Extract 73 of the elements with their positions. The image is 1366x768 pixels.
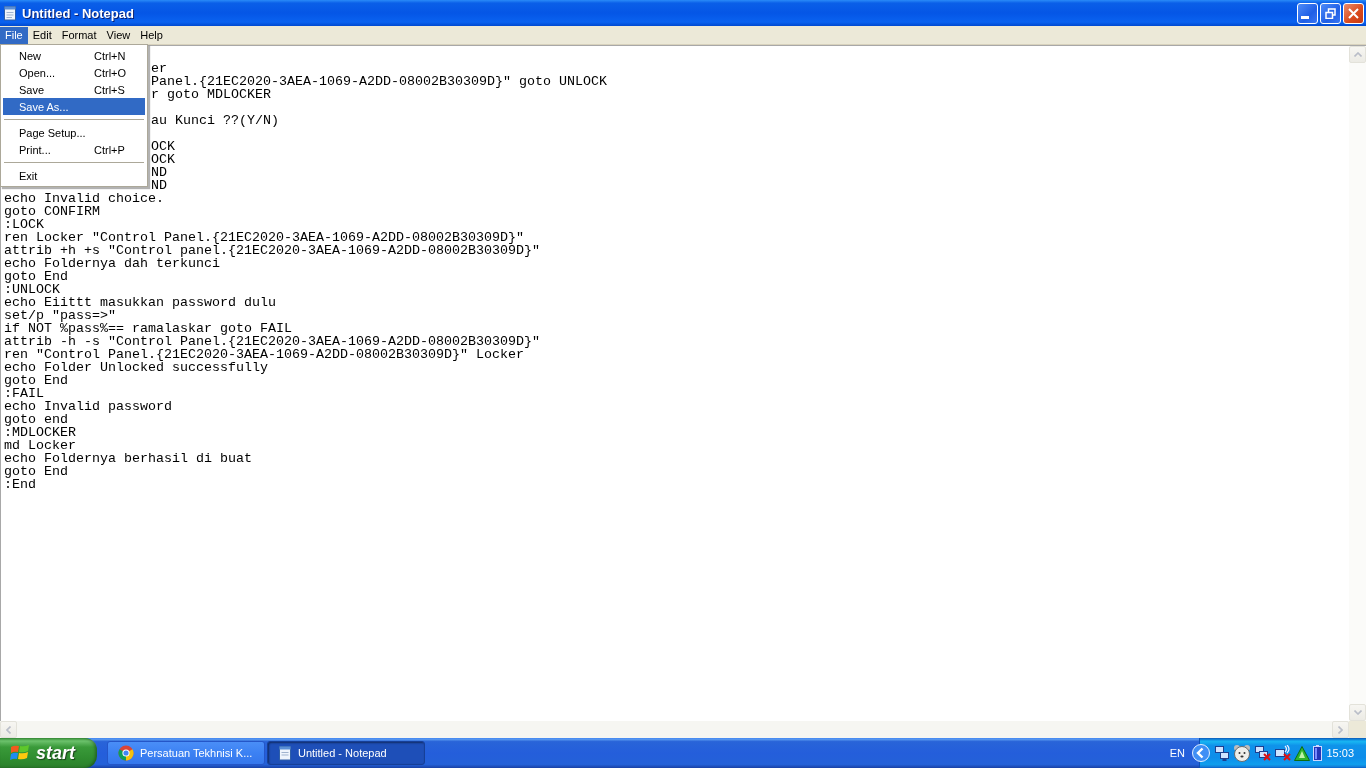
text-line: au Kunci ??(Y/N)	[151, 114, 279, 127]
text-line: :LOCK	[4, 218, 44, 231]
chevron-up-icon	[1353, 52, 1362, 57]
text-line: :UNLOCK	[4, 283, 60, 296]
chevron-left-icon	[6, 725, 11, 734]
menu-option[interactable]: Page Setup...	[3, 124, 145, 141]
text-line: echo Invalid password	[4, 400, 172, 413]
text-line: goto End	[4, 270, 68, 283]
menu-option[interactable]: New Ctrl+N	[3, 47, 145, 64]
text-line: :MDLOCKER	[4, 426, 76, 439]
restore-icon	[1325, 7, 1336, 19]
text-line: echo Foldernya berhasil di buat	[4, 452, 252, 465]
wireless-error-icon[interactable]	[1274, 745, 1291, 761]
text-line: echo Invalid choice.	[4, 192, 164, 205]
text-line: md Locker	[4, 439, 76, 452]
text-line: echo Foldernya dah terkunci	[4, 257, 220, 270]
language-indicator[interactable]: EN	[1169, 747, 1185, 759]
chevron-down-icon	[1353, 710, 1362, 715]
text-line: er	[151, 62, 167, 75]
taskbar-button[interactable]: Untitled - Notepad	[267, 741, 425, 765]
text-line: ND	[151, 166, 167, 179]
network-error-icon[interactable]	[1254, 745, 1271, 761]
menu-option[interactable]: Print... Ctrl+P	[3, 141, 145, 158]
text-line: echo Folder Unlocked successfully	[4, 361, 268, 374]
menu-option[interactable]: Save As...	[3, 98, 145, 115]
menu-item[interactable]: Help	[135, 26, 168, 44]
text-line: attrib -h -s "Control Panel.{21EC2020-3AEA-1069-A2DD-08002B30309D}"	[4, 335, 540, 348]
menu-item[interactable]: View	[101, 26, 136, 44]
network-icon[interactable]	[1214, 745, 1230, 761]
keyboard-shortcut: Ctrl+O	[94, 66, 127, 79]
minimize-icon	[1300, 15, 1309, 19]
menu-option[interactable]: Save Ctrl+S	[3, 81, 145, 98]
text-line: goto End	[4, 374, 68, 387]
minimize-button[interactable]	[1297, 2, 1318, 24]
keyboard-shortcut: Ctrl+S	[94, 83, 125, 96]
text-line: attrib +h +s "Control panel.{21EC2020-3AEA-1069-A2DD-08002B30309D}"	[4, 244, 540, 257]
chevron-right-icon	[1338, 725, 1343, 734]
text-line: ren Locker "Control Panel.{21EC2020-3AEA-1069-A2DD-08002B30309D}"	[4, 231, 524, 244]
text-line: ren "Control Panel.{21EC2020-3AEA-1069-A2DD-08002B30309D}" Locker	[4, 348, 524, 361]
bear-face-icon[interactable]	[1233, 744, 1251, 762]
close-button[interactable]	[1343, 2, 1364, 24]
taskbar-button[interactable]: Persatuan Tekhnisi K...	[107, 741, 265, 765]
menu-item[interactable]: Edit	[27, 26, 57, 44]
text-line: OCK	[151, 153, 175, 166]
triangle-icon[interactable]	[1294, 745, 1310, 761]
text-line: OCK	[151, 140, 175, 153]
text-line: echo Eiittt masukkan password dulu	[4, 296, 276, 309]
menu-option[interactable]: Open... Ctrl+O	[3, 64, 145, 81]
close-icon	[1348, 7, 1359, 19]
battery-icon[interactable]	[1313, 745, 1322, 761]
chevron-left-icon[interactable]	[1192, 744, 1210, 762]
text-line: r goto MDLOCKER	[151, 88, 271, 101]
text-line: if NOT %pass%== ramalaskar goto FAIL	[4, 322, 292, 335]
start-button[interactable]: start	[0, 738, 97, 768]
notepad-icon	[278, 745, 292, 761]
text-line: goto end	[4, 413, 68, 426]
menu-item[interactable]: File	[0, 26, 28, 44]
text-line: goto CONFIRM	[4, 205, 100, 218]
menu-item[interactable]: Format	[56, 26, 102, 44]
window-title: Untitled - Notepad	[22, 5, 134, 21]
text-line: ND	[151, 179, 167, 192]
restore-button[interactable]	[1320, 2, 1341, 24]
notepad-icon	[3, 5, 17, 21]
text-line: :FAIL	[4, 387, 44, 400]
text-line: :End	[4, 478, 36, 491]
windows-flag-icon	[10, 744, 30, 762]
keyboard-shortcut: Ctrl+N	[94, 49, 126, 62]
text-line: Panel.{21EC2020-3AEA-1069-A2DD-08002B30309D}" goto UNLOCK	[151, 75, 607, 88]
text-line: goto End	[4, 465, 68, 478]
menu-option[interactable]: Exit	[3, 167, 145, 184]
keyboard-shortcut: Ctrl+P	[94, 143, 125, 156]
text-line: set/p "pass=>"	[4, 309, 116, 322]
tricolor-circle-icon	[118, 745, 134, 761]
